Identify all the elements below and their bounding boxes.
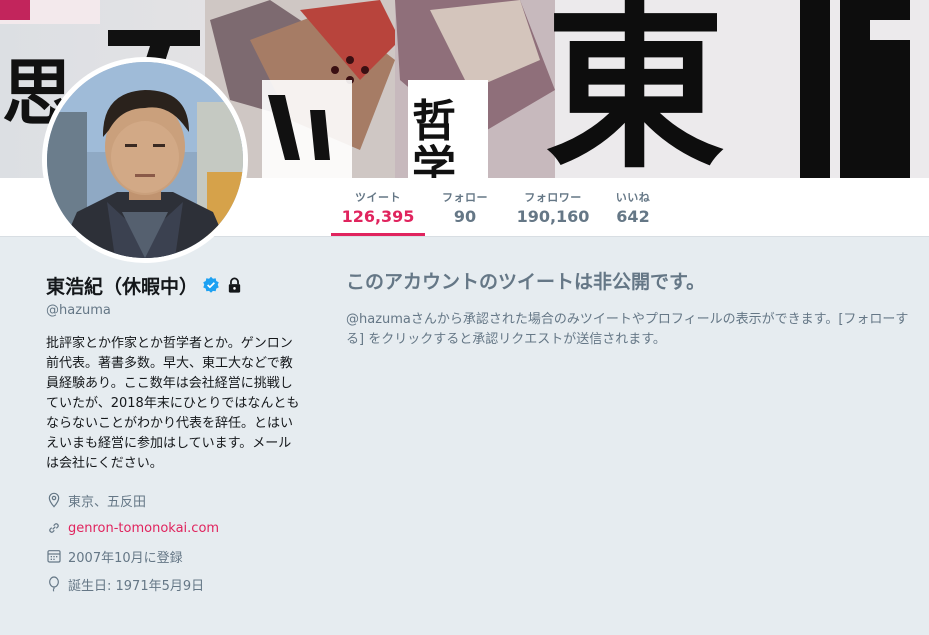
stat-followers-count: 190,160 [516,207,590,226]
stat-tweets-count: 126,395 [341,207,415,226]
profile-avatar[interactable] [42,57,248,263]
banner-char-4: 東 [545,0,725,178]
profile-card: 東浩紀（休暇中） @hazuma 批評家とか作家とか哲学者とか。ゲンロン前代表。… [46,270,304,598]
birthday-row: 誕生日: 1971年5月9日 [46,570,304,598]
url-row: genron-tomonokai.com [46,514,304,542]
profile-meta: 東京、五反田 genron-tomonokai.com 2007年10月に登録 [46,486,304,598]
stat-likes-label: いいね [615,191,651,204]
protected-lock-icon [228,277,241,293]
stat-following[interactable]: フォロー 90 [431,178,499,236]
profile-birthday: 誕生日: 1971年5月9日 [68,578,205,594]
banner-char-3: 学 [412,142,456,178]
stat-tweets[interactable]: ツイート 126,395 [331,178,425,236]
stat-tweets-label: ツイート [355,191,401,204]
balloon-icon [49,576,59,592]
calendar-icon [47,550,61,563]
joined-row: 2007年10月に登録 [46,542,304,570]
banner-char-2: 哲 [412,96,456,147]
profile-name: 東浩紀（休暇中） [46,275,199,298]
protected-account-notice: このアカウントのツイートは非公開です。 @hazumaさんから承認された場合のみ… [346,268,921,350]
profile-website-link[interactable]: genron-tomonokai.com [68,521,219,536]
stat-followers-label: フォロワー [524,191,582,204]
location-pin-icon [48,492,60,508]
profile-handle[interactable]: @hazuma [46,303,304,318]
stat-following-count: 90 [453,207,477,226]
avatar-photo [47,62,243,258]
location-row: 東京、五反田 [46,486,304,514]
protected-notice-title: このアカウントのツイートは非公開です。 [346,271,706,293]
stat-followers[interactable]: フォロワー 190,160 [514,178,592,236]
stat-following-label: フォロー [442,191,488,204]
link-icon [49,523,59,533]
verified-badge-icon [203,276,219,293]
name-row: 東浩紀（休暇中） [46,270,304,300]
protected-notice-body: @hazumaさんから承認された場合のみツイートやプロフィールの表示ができます。… [346,312,909,347]
stat-likes-count: 642 [616,207,650,226]
profile-joined-date: 2007年10月に登録 [68,550,183,566]
profile-location: 東京、五反田 [68,494,147,510]
profile-bio: 批評家とか作家とか哲学者とか。ゲンロン前代表。著書多数。早大、東工大などで教員経… [46,336,300,471]
stat-likes[interactable]: いいね 642 [605,178,661,236]
